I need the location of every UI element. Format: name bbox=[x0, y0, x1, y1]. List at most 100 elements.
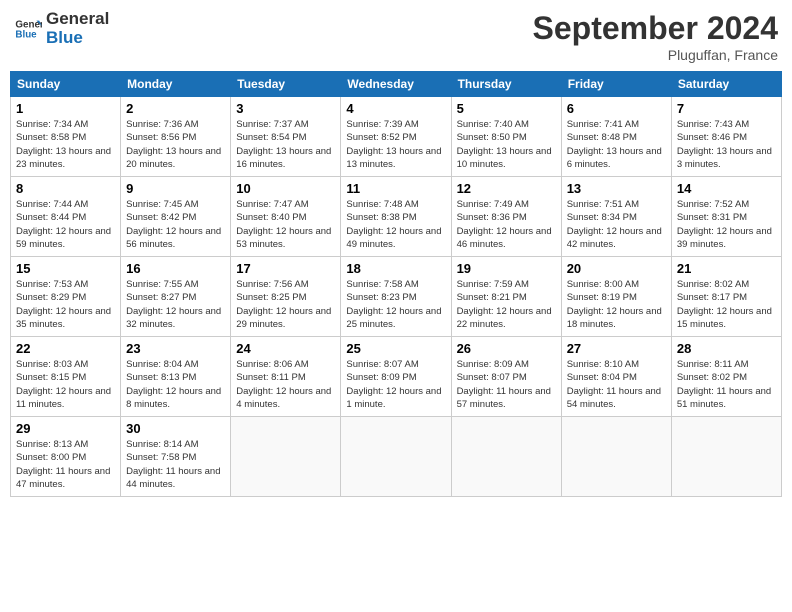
list-item: 23 Sunrise: 8:04 AMSunset: 8:13 PMDaylig… bbox=[121, 337, 231, 417]
day-info: Sunrise: 8:09 AMSunset: 8:07 PMDaylight:… bbox=[457, 358, 556, 411]
day-info: Sunrise: 8:14 AMSunset: 7:58 PMDaylight:… bbox=[126, 438, 225, 491]
day-info: Sunrise: 7:34 AMSunset: 8:58 PMDaylight:… bbox=[16, 118, 115, 171]
day-info: Sunrise: 8:00 AMSunset: 8:19 PMDaylight:… bbox=[567, 278, 666, 331]
day-number: 7 bbox=[677, 101, 776, 116]
day-info: Sunrise: 7:52 AMSunset: 8:31 PMDaylight:… bbox=[677, 198, 776, 251]
day-info: Sunrise: 7:56 AMSunset: 8:25 PMDaylight:… bbox=[236, 278, 335, 331]
list-item bbox=[561, 417, 671, 497]
list-item bbox=[341, 417, 451, 497]
day-number: 13 bbox=[567, 181, 666, 196]
list-item: 29 Sunrise: 8:13 AMSunset: 8:00 PMDaylig… bbox=[11, 417, 121, 497]
list-item: 20 Sunrise: 8:00 AMSunset: 8:19 PMDaylig… bbox=[561, 257, 671, 337]
day-info: Sunrise: 7:47 AMSunset: 8:40 PMDaylight:… bbox=[236, 198, 335, 251]
day-number: 30 bbox=[126, 421, 225, 436]
table-row: 8 Sunrise: 7:44 AMSunset: 8:44 PMDayligh… bbox=[11, 177, 782, 257]
list-item bbox=[451, 417, 561, 497]
list-item: 16 Sunrise: 7:55 AMSunset: 8:27 PMDaylig… bbox=[121, 257, 231, 337]
list-item: 25 Sunrise: 8:07 AMSunset: 8:09 PMDaylig… bbox=[341, 337, 451, 417]
col-monday: Monday bbox=[121, 72, 231, 97]
day-info: Sunrise: 8:07 AMSunset: 8:09 PMDaylight:… bbox=[346, 358, 445, 411]
day-info: Sunrise: 7:48 AMSunset: 8:38 PMDaylight:… bbox=[346, 198, 445, 251]
list-item: 14 Sunrise: 7:52 AMSunset: 8:31 PMDaylig… bbox=[671, 177, 781, 257]
col-saturday: Saturday bbox=[671, 72, 781, 97]
list-item bbox=[671, 417, 781, 497]
list-item: 21 Sunrise: 8:02 AMSunset: 8:17 PMDaylig… bbox=[671, 257, 781, 337]
day-info: Sunrise: 8:13 AMSunset: 8:00 PMDaylight:… bbox=[16, 438, 115, 491]
list-item: 22 Sunrise: 8:03 AMSunset: 8:15 PMDaylig… bbox=[11, 337, 121, 417]
list-item: 24 Sunrise: 8:06 AMSunset: 8:11 PMDaylig… bbox=[231, 337, 341, 417]
list-item: 13 Sunrise: 7:51 AMSunset: 8:34 PMDaylig… bbox=[561, 177, 671, 257]
logo-line1: General bbox=[46, 10, 109, 29]
page-header: General Blue General Blue September 2024… bbox=[10, 10, 782, 63]
day-info: Sunrise: 8:03 AMSunset: 8:15 PMDaylight:… bbox=[16, 358, 115, 411]
list-item: 27 Sunrise: 8:10 AMSunset: 8:04 PMDaylig… bbox=[561, 337, 671, 417]
calendar-table: Sunday Monday Tuesday Wednesday Thursday… bbox=[10, 71, 782, 497]
list-item: 10 Sunrise: 7:47 AMSunset: 8:40 PMDaylig… bbox=[231, 177, 341, 257]
day-number: 1 bbox=[16, 101, 115, 116]
title-area: September 2024 Pluguffan, France bbox=[533, 10, 778, 63]
day-info: Sunrise: 7:49 AMSunset: 8:36 PMDaylight:… bbox=[457, 198, 556, 251]
table-row: 22 Sunrise: 8:03 AMSunset: 8:15 PMDaylig… bbox=[11, 337, 782, 417]
list-item: 30 Sunrise: 8:14 AMSunset: 7:58 PMDaylig… bbox=[121, 417, 231, 497]
day-info: Sunrise: 7:53 AMSunset: 8:29 PMDaylight:… bbox=[16, 278, 115, 331]
table-row: 1 Sunrise: 7:34 AMSunset: 8:58 PMDayligh… bbox=[11, 97, 782, 177]
day-number: 17 bbox=[236, 261, 335, 276]
day-number: 9 bbox=[126, 181, 225, 196]
col-thursday: Thursday bbox=[451, 72, 561, 97]
day-info: Sunrise: 8:11 AMSunset: 8:02 PMDaylight:… bbox=[677, 358, 776, 411]
list-item: 4 Sunrise: 7:39 AMSunset: 8:52 PMDayligh… bbox=[341, 97, 451, 177]
day-number: 5 bbox=[457, 101, 556, 116]
header-row: Sunday Monday Tuesday Wednesday Thursday… bbox=[11, 72, 782, 97]
table-row: 29 Sunrise: 8:13 AMSunset: 8:00 PMDaylig… bbox=[11, 417, 782, 497]
list-item bbox=[231, 417, 341, 497]
day-number: 16 bbox=[126, 261, 225, 276]
col-tuesday: Tuesday bbox=[231, 72, 341, 97]
day-number: 20 bbox=[567, 261, 666, 276]
day-number: 21 bbox=[677, 261, 776, 276]
list-item: 19 Sunrise: 7:59 AMSunset: 8:21 PMDaylig… bbox=[451, 257, 561, 337]
list-item: 5 Sunrise: 7:40 AMSunset: 8:50 PMDayligh… bbox=[451, 97, 561, 177]
list-item: 9 Sunrise: 7:45 AMSunset: 8:42 PMDayligh… bbox=[121, 177, 231, 257]
day-number: 29 bbox=[16, 421, 115, 436]
day-number: 6 bbox=[567, 101, 666, 116]
table-row: 15 Sunrise: 7:53 AMSunset: 8:29 PMDaylig… bbox=[11, 257, 782, 337]
list-item: 8 Sunrise: 7:44 AMSunset: 8:44 PMDayligh… bbox=[11, 177, 121, 257]
month-title: September 2024 bbox=[533, 10, 778, 47]
svg-text:Blue: Blue bbox=[15, 29, 37, 40]
day-info: Sunrise: 7:44 AMSunset: 8:44 PMDaylight:… bbox=[16, 198, 115, 251]
day-number: 22 bbox=[16, 341, 115, 356]
day-number: 14 bbox=[677, 181, 776, 196]
day-number: 25 bbox=[346, 341, 445, 356]
list-item: 15 Sunrise: 7:53 AMSunset: 8:29 PMDaylig… bbox=[11, 257, 121, 337]
day-number: 23 bbox=[126, 341, 225, 356]
day-number: 2 bbox=[126, 101, 225, 116]
list-item: 3 Sunrise: 7:37 AMSunset: 8:54 PMDayligh… bbox=[231, 97, 341, 177]
day-number: 3 bbox=[236, 101, 335, 116]
day-number: 24 bbox=[236, 341, 335, 356]
day-number: 26 bbox=[457, 341, 556, 356]
day-number: 8 bbox=[16, 181, 115, 196]
day-info: Sunrise: 7:51 AMSunset: 8:34 PMDaylight:… bbox=[567, 198, 666, 251]
day-number: 11 bbox=[346, 181, 445, 196]
col-friday: Friday bbox=[561, 72, 671, 97]
list-item: 7 Sunrise: 7:43 AMSunset: 8:46 PMDayligh… bbox=[671, 97, 781, 177]
list-item: 26 Sunrise: 8:09 AMSunset: 8:07 PMDaylig… bbox=[451, 337, 561, 417]
col-sunday: Sunday bbox=[11, 72, 121, 97]
day-info: Sunrise: 7:59 AMSunset: 8:21 PMDaylight:… bbox=[457, 278, 556, 331]
day-info: Sunrise: 7:36 AMSunset: 8:56 PMDaylight:… bbox=[126, 118, 225, 171]
day-info: Sunrise: 7:41 AMSunset: 8:48 PMDaylight:… bbox=[567, 118, 666, 171]
col-wednesday: Wednesday bbox=[341, 72, 451, 97]
list-item: 28 Sunrise: 8:11 AMSunset: 8:02 PMDaylig… bbox=[671, 337, 781, 417]
list-item: 11 Sunrise: 7:48 AMSunset: 8:38 PMDaylig… bbox=[341, 177, 451, 257]
day-info: Sunrise: 7:45 AMSunset: 8:42 PMDaylight:… bbox=[126, 198, 225, 251]
list-item: 12 Sunrise: 7:49 AMSunset: 8:36 PMDaylig… bbox=[451, 177, 561, 257]
day-info: Sunrise: 8:02 AMSunset: 8:17 PMDaylight:… bbox=[677, 278, 776, 331]
day-number: 4 bbox=[346, 101, 445, 116]
logo: General Blue General Blue bbox=[14, 10, 109, 47]
day-info: Sunrise: 7:58 AMSunset: 8:23 PMDaylight:… bbox=[346, 278, 445, 331]
day-number: 15 bbox=[16, 261, 115, 276]
logo-line2: Blue bbox=[46, 29, 109, 48]
list-item: 17 Sunrise: 7:56 AMSunset: 8:25 PMDaylig… bbox=[231, 257, 341, 337]
day-number: 10 bbox=[236, 181, 335, 196]
day-number: 27 bbox=[567, 341, 666, 356]
